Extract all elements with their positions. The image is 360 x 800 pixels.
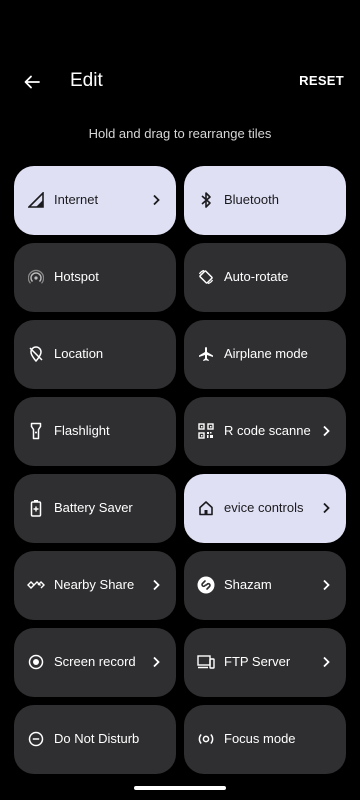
tile-label: Battery Saver: [54, 500, 133, 515]
auto-rotate-icon: [196, 267, 216, 287]
tile-label: Focus mode: [224, 731, 296, 746]
tile-label: Location: [54, 346, 104, 361]
tile-battery-saver[interactable]: Battery Saver: [14, 474, 176, 543]
tile-label: R code scanne: [224, 423, 311, 438]
tile-label: Nearby Share: [54, 577, 135, 592]
tile-ftp-server[interactable]: FTP Server: [184, 628, 346, 697]
nearby-share-icon: [26, 575, 46, 595]
shazam-icon: [196, 575, 216, 595]
instruction-text: Hold and drag to rearrange tiles: [88, 126, 272, 141]
chevron-right-icon: [320, 652, 332, 672]
tile-shazam[interactable]: Shazam: [184, 551, 346, 620]
screen-record-icon: [26, 652, 46, 672]
tile-device-controls[interactable]: evice controls: [184, 474, 346, 543]
gesture-navigation-bar[interactable]: [134, 786, 226, 790]
qr-code-icon: [196, 421, 216, 441]
location-off-icon: [26, 344, 46, 364]
tile-label: Bluetooth: [224, 192, 279, 207]
chevron-right-icon: [150, 652, 162, 672]
focus-mode-icon: [196, 729, 216, 749]
tile-label: Screen record: [54, 654, 136, 669]
page-title: Edit: [70, 70, 103, 91]
battery-saver-icon: [26, 498, 46, 518]
tile-label: Auto-rotate: [224, 269, 289, 284]
do-not-disturb-icon: [26, 729, 46, 749]
tile-label: Hotspot: [54, 269, 99, 284]
tiles-grid: Internet Bluetooth Hotspot Auto-rotate L…: [14, 166, 346, 774]
chevron-right-icon: [150, 190, 162, 210]
home-icon: [196, 498, 216, 518]
tile-label: Airplane mode: [224, 346, 308, 361]
tile-bluetooth[interactable]: Bluetooth: [184, 166, 346, 235]
tile-label: FTP Server: [224, 654, 291, 669]
tile-nearby-share[interactable]: Nearby Share: [14, 551, 176, 620]
tile-label: Flashlight: [54, 423, 110, 438]
chevron-right-icon: [320, 498, 332, 518]
tile-location[interactable]: Location: [14, 320, 176, 389]
signal-icon: [26, 190, 46, 210]
reset-button[interactable]: RESET: [299, 73, 344, 88]
hotspot-icon: [26, 267, 46, 287]
tile-do-not-disturb[interactable]: Do Not Disturb: [14, 705, 176, 774]
top-app-bar: Edit RESET: [0, 58, 360, 106]
tile-qr-code-scanner[interactable]: R code scanne: [184, 397, 346, 466]
tile-label: evice controls: [224, 500, 304, 515]
tile-label: Do Not Disturb: [54, 731, 140, 746]
tile-flashlight[interactable]: Flashlight: [14, 397, 176, 466]
arrow-left-icon: [23, 73, 41, 91]
tile-internet[interactable]: Internet: [14, 166, 176, 235]
flashlight-icon: [26, 421, 46, 441]
ftp-server-icon: [196, 652, 216, 672]
tile-airplane-mode[interactable]: Airplane mode: [184, 320, 346, 389]
tile-label: Shazam: [224, 577, 272, 592]
bluetooth-icon: [196, 190, 216, 210]
chevron-right-icon: [320, 575, 332, 595]
tile-auto-rotate[interactable]: Auto-rotate: [184, 243, 346, 312]
chevron-right-icon: [150, 575, 162, 595]
tile-screen-record[interactable]: Screen record: [14, 628, 176, 697]
chevron-right-icon: [320, 421, 332, 441]
back-button[interactable]: [18, 68, 46, 96]
airplane-icon: [196, 344, 216, 364]
tile-label: Internet: [54, 192, 99, 207]
tile-hotspot[interactable]: Hotspot: [14, 243, 176, 312]
tile-focus-mode[interactable]: Focus mode: [184, 705, 346, 774]
